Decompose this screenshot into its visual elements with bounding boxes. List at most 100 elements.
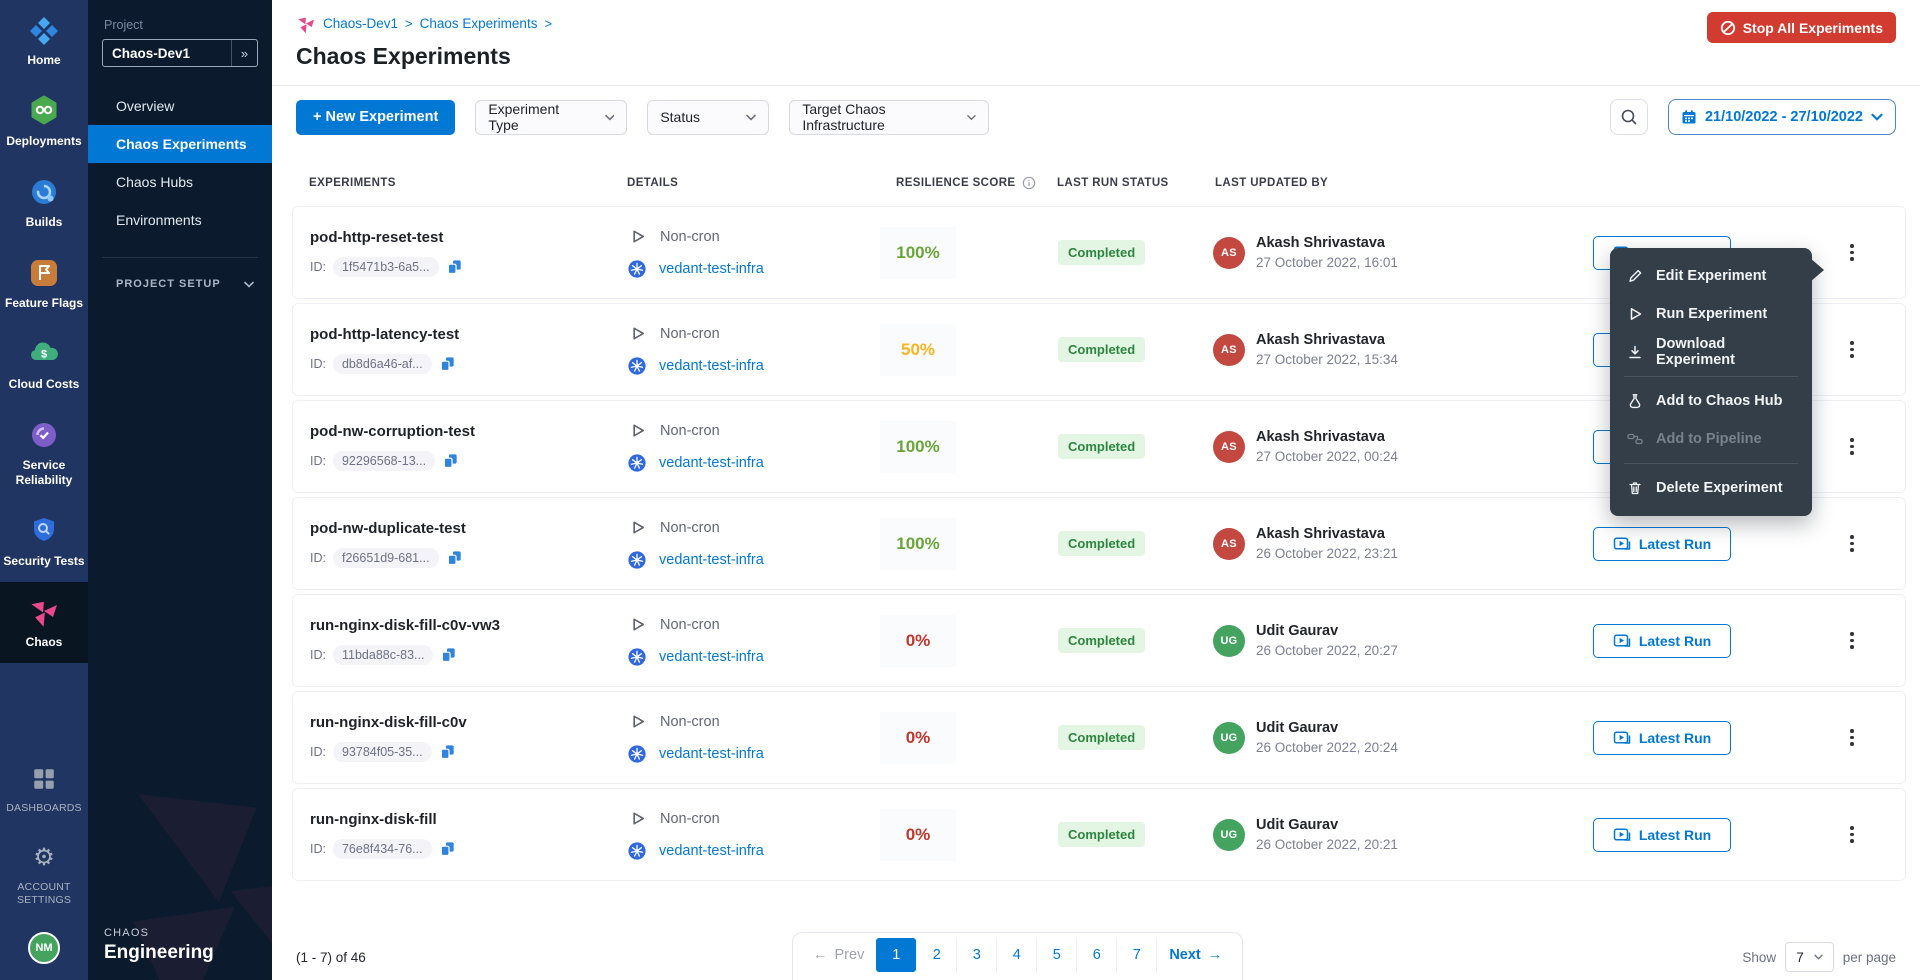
page-number-button[interactable]: 6: [1076, 938, 1116, 972]
play-outline-icon: [628, 518, 647, 537]
menu-item-delete-experiment[interactable]: Delete Experiment: [1610, 469, 1812, 507]
info-icon[interactable]: [1022, 176, 1036, 190]
search-button[interactable]: [1610, 99, 1648, 135]
row-menu-button[interactable]: [1843, 820, 1861, 849]
sidebar-item-chaos-experiments[interactable]: Chaos Experiments: [88, 125, 272, 163]
play-outline-icon: [628, 227, 647, 246]
copy-id-button[interactable]: [439, 840, 456, 857]
play-outline-icon: [628, 324, 647, 343]
user-avatar[interactable]: NM: [28, 932, 60, 964]
kubernetes-icon: [628, 260, 646, 278]
infrastructure-link[interactable]: vedant-test-infra: [659, 552, 764, 568]
rail-item-builds[interactable]: Builds: [0, 162, 88, 243]
menu-item-run-experiment[interactable]: Run Experiment: [1610, 295, 1812, 333]
latest-run-button[interactable]: Latest Run: [1593, 721, 1731, 755]
stop-all-experiments-button[interactable]: Stop All Experiments: [1707, 12, 1896, 43]
page-number-button[interactable]: 7: [1116, 938, 1156, 972]
chevron-down-icon: [1814, 954, 1823, 960]
chaos-hub-icon: [1627, 393, 1643, 409]
menu-item-edit-experiment[interactable]: Edit Experiment: [1610, 257, 1812, 295]
copy-id-button[interactable]: [446, 549, 463, 566]
infrastructure-link[interactable]: vedant-test-infra: [659, 746, 764, 762]
resilience-score: 100%: [880, 227, 956, 279]
page-number-button[interactable]: 1: [876, 938, 916, 972]
download-icon: [1627, 344, 1643, 360]
arrow-right-icon: →: [1208, 947, 1223, 963]
copy-id-button[interactable]: [439, 355, 456, 372]
latest-run-button[interactable]: Latest Run: [1593, 624, 1731, 658]
updated-date: 26 October 2022, 20:24: [1256, 740, 1398, 755]
rail-item-feature-flags[interactable]: Feature Flags: [0, 243, 88, 324]
sidebar-item-environments[interactable]: Environments: [88, 201, 272, 239]
row-menu-button[interactable]: [1843, 238, 1861, 267]
date-range-picker[interactable]: 21/10/2022 - 27/10/2022: [1668, 99, 1896, 135]
breadcrumb-project-link[interactable]: Chaos-Dev1: [323, 16, 398, 31]
expand-projects-button[interactable]: »: [231, 40, 257, 66]
page-number-button[interactable]: 5: [1036, 938, 1076, 972]
resilience-score: 0%: [880, 712, 956, 764]
project-selector[interactable]: Chaos-Dev1 »: [102, 39, 258, 67]
infrastructure-link[interactable]: vedant-test-infra: [659, 455, 764, 471]
infrastructure-link[interactable]: vedant-test-infra: [659, 358, 764, 374]
page-number-button[interactable]: 4: [996, 938, 1036, 972]
breadcrumb-experiments-link[interactable]: Chaos Experiments: [420, 16, 538, 31]
experiment-name: run-nginx-disk-fill: [310, 811, 611, 828]
row-menu-button[interactable]: [1843, 723, 1861, 752]
per-page-label: per page: [1843, 950, 1896, 965]
updated-date: 27 October 2022, 16:01: [1256, 255, 1398, 270]
rail-item-deployments[interactable]: Deployments: [0, 81, 88, 162]
sidebar-item-overview[interactable]: Overview: [88, 87, 272, 125]
copy-icon: [439, 743, 456, 760]
row-menu-button[interactable]: [1843, 626, 1861, 655]
experiment-type: Non-cron: [660, 617, 720, 633]
row-menu-button[interactable]: [1843, 335, 1861, 364]
user-name: Udit Gaurav: [1256, 623, 1398, 639]
latest-run-button[interactable]: Latest Run: [1593, 818, 1731, 852]
status-badge: Completed: [1058, 628, 1145, 653]
experiment-id: db8d6a46-af...: [333, 354, 432, 374]
target-infrastructure-filter[interactable]: Target Chaos Infrastructure: [789, 100, 989, 135]
prev-page-button[interactable]: ← Prev: [801, 938, 876, 972]
play-outline-icon: [628, 615, 647, 634]
copy-id-button[interactable]: [442, 452, 459, 469]
next-page-button[interactable]: Next →: [1156, 938, 1234, 972]
menu-item-download-experiment[interactable]: Download Experiment: [1610, 333, 1812, 371]
copy-id-button[interactable]: [439, 743, 456, 760]
rail-item-security-tests[interactable]: Security Tests: [0, 501, 88, 582]
infrastructure-link[interactable]: vedant-test-infra: [659, 261, 764, 277]
user-name: Udit Gaurav: [1256, 720, 1398, 736]
deployments-icon: [28, 94, 60, 128]
new-experiment-button[interactable]: + New Experiment: [296, 100, 455, 135]
rail-item-service-reliability[interactable]: Service Reliability: [0, 405, 88, 501]
copy-id-button[interactable]: [440, 646, 457, 663]
security-tests-icon: [28, 514, 60, 548]
page-number-button[interactable]: 2: [916, 938, 956, 972]
experiment-id: f26651d9-681...: [333, 548, 439, 568]
status-filter[interactable]: Status: [647, 100, 769, 135]
project-setup-toggle[interactable]: PROJECT SETUP: [88, 278, 272, 290]
chaos-module-icon: [296, 14, 316, 34]
infrastructure-link[interactable]: vedant-test-infra: [659, 843, 764, 859]
row-menu-button[interactable]: [1843, 529, 1861, 558]
rail-item-home[interactable]: Home: [0, 0, 88, 81]
rail-item-cloud-costs[interactable]: $ Cloud Costs: [0, 324, 88, 405]
rail-item-account-settings[interactable]: ⚙ ACCOUNT SETTINGS: [0, 828, 88, 920]
copy-id-button[interactable]: [446, 258, 463, 275]
module-tag: CHAOS Engineering: [104, 927, 214, 964]
updated-date: 26 October 2022, 20:27: [1256, 643, 1398, 658]
updated-date: 27 October 2022, 15:34: [1256, 352, 1398, 367]
sidebar-item-chaos-hubs[interactable]: Chaos Hubs: [88, 163, 272, 201]
infrastructure-link[interactable]: vedant-test-infra: [659, 649, 764, 665]
page-number-button[interactable]: 3: [956, 938, 996, 972]
column-last-run-status: LAST RUN STATUS: [1040, 177, 1198, 189]
experiment-name: run-nginx-disk-fill-c0v-vw3: [310, 617, 611, 634]
experiment-type-filter[interactable]: Experiment Type: [475, 100, 627, 135]
rail-item-dashboards[interactable]: DASHBOARDS: [0, 749, 88, 828]
status-filter-label: Status: [660, 109, 700, 125]
rail-item-chaos[interactable]: Chaos: [0, 582, 88, 663]
builds-icon: [28, 175, 60, 209]
page-size-select[interactable]: 7: [1785, 942, 1834, 972]
latest-run-button[interactable]: Latest Run: [1593, 527, 1731, 561]
menu-item-add-to-chaos-hub[interactable]: Add to Chaos Hub: [1610, 382, 1812, 420]
row-menu-button[interactable]: [1843, 432, 1861, 461]
